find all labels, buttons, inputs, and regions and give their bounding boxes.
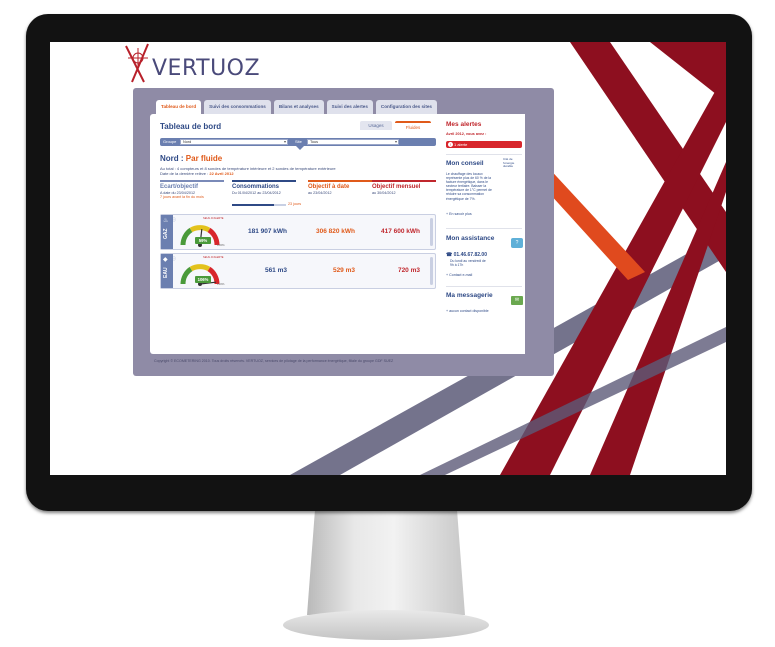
- fluid-row-gaz[interactable]: ♨ GAZ ⓘ SEUIL D'ALERTE 100% 59% 181 907 …: [160, 214, 436, 250]
- logo-text: VERTUOZ: [152, 56, 261, 81]
- gauge-percentage: 106%: [195, 276, 211, 283]
- messaging-title: Ma messagerie: [446, 292, 493, 299]
- objective-date-value: 306 820 kWh: [315, 228, 355, 235]
- gauge: SEUIL D'ALERTE 100% 59%: [177, 217, 225, 249]
- tab-tableau-de-bord[interactable]: Tableau de bord: [156, 100, 202, 114]
- conseil-text: Le chauffage des locaux représente plus …: [446, 172, 492, 201]
- view-usage-toggle[interactable]: Usages: [360, 121, 392, 130]
- consumption-value: 561 m3: [264, 267, 287, 274]
- conseil-title: Mon conseil: [446, 160, 484, 167]
- footer-copyright: Copyright © ECOMETERING 2010. Tous droit…: [154, 359, 394, 363]
- chat-bubble-icon[interactable]: ?: [511, 238, 523, 248]
- row-scrollbar[interactable]: [430, 257, 433, 285]
- info-icon[interactable]: ⓘ: [172, 217, 176, 223]
- gauge: SEUIL D'ALERTE 110% 106%: [177, 256, 225, 288]
- row-scrollbar[interactable]: [430, 218, 433, 246]
- monitor-stand-neck: [307, 511, 465, 615]
- info-icon[interactable]: ⓘ: [172, 256, 176, 262]
- contact-email-link[interactable]: + Contact e-mail: [446, 273, 472, 277]
- alerts-title: Mes alertes: [446, 121, 482, 128]
- period-progress-fill: [232, 204, 274, 206]
- conseil-partner-logo: Cité de l'énergie durable: [503, 157, 515, 168]
- right-sidebar: [443, 114, 525, 354]
- objective-date-value: 529 m3: [332, 267, 355, 274]
- period-progress-label: 23 jours: [288, 202, 302, 206]
- sidebar-divider: [446, 228, 522, 229]
- tab-suivi-consommations[interactable]: Suivi des consommations: [204, 100, 271, 114]
- site-info-last-reading: Date de la dernière relève : 22 Avril 20…: [160, 171, 234, 176]
- alert-icon: !: [448, 142, 453, 147]
- column-objectif-date: Objectif à date au 23/04/2012: [308, 180, 372, 195]
- gauge-end-label: 110%: [217, 282, 225, 286]
- objective-month-value: 720 m3: [397, 267, 420, 274]
- gauge-end-label: 100%: [217, 243, 225, 247]
- tab-suivi-alertes[interactable]: Suivi des alertes: [326, 100, 373, 114]
- messaging-text: + aucun contact disponible: [446, 309, 489, 313]
- gauge-threshold-label: SEUIL D'ALERTE: [203, 217, 224, 220]
- group-filter-label: Groupe: [163, 139, 177, 144]
- column-objectif-mensuel: Objectif mensuel au 30/04/2012: [372, 180, 436, 195]
- period-progress-bar: [232, 204, 286, 206]
- gauge-threshold-label: SEUIL D'ALERTE: [203, 256, 224, 259]
- group-select[interactable]: Nord ▾: [180, 139, 288, 145]
- view-fluid-toggle[interactable]: Fluides: [395, 121, 431, 130]
- sidebar-divider: [446, 286, 522, 287]
- conseil-more-link[interactable]: + En savoir plus: [446, 212, 472, 216]
- assistance-title: Mon assistance: [446, 235, 495, 242]
- page-title: Tableau de bord: [160, 122, 222, 131]
- assistance-hours: Du lundi au vendredi de 9h à 17h: [450, 259, 486, 267]
- main-tabs: Tableau de bord Suivi des consommations …: [156, 100, 437, 114]
- consumption-value: 181 907 kWh: [247, 228, 287, 235]
- monitor-mockup: VERTUOZ Tableau de bord Suivi des consom…: [0, 0, 775, 647]
- site-filter-label: Site: [295, 139, 302, 144]
- sidebar-divider: [446, 154, 522, 155]
- flame-icon: ♨: [163, 218, 169, 224]
- site-select[interactable]: Tous ▾: [307, 139, 399, 145]
- chevron-down-icon: ▾: [283, 139, 286, 144]
- water-drop-icon: ◆: [163, 257, 168, 263]
- objective-month-value: 417 600 kWh: [380, 228, 420, 235]
- vertuoz-logo[interactable]: VERTUOZ: [118, 40, 261, 86]
- alerts-subtitle: Avril 2012, vous avez :: [446, 132, 487, 136]
- chevron-down-icon: ▾: [394, 139, 397, 144]
- alerts-button[interactable]: ! 1 alerte: [446, 141, 522, 148]
- gauge-percentage: 59%: [195, 237, 211, 244]
- assistance-phone: ☎ 01.46.67.82.00: [446, 252, 487, 258]
- tab-configuration-sites[interactable]: Configuration des sites: [375, 100, 437, 114]
- filter-pointer: [296, 146, 304, 150]
- column-ecart-objectif: Ecart/objectif A date du 23/04/2012 7 jo…: [160, 180, 224, 199]
- tab-bilans-analyses[interactable]: Bilans et analyses: [273, 100, 324, 114]
- site-heading: Nord : Par fluide: [160, 154, 223, 163]
- fluid-row-eau[interactable]: ◆ EAU ⓘ SEUIL D'ALERTE 110% 106% 561 m3 …: [160, 253, 436, 289]
- envelope-icon[interactable]: ✉: [511, 296, 523, 305]
- column-consommations: Consommations Du 01/04/2012 au 23/04/201…: [232, 180, 296, 195]
- monitor-stand-foot: [283, 610, 489, 640]
- logo-mark-icon: [125, 43, 149, 83]
